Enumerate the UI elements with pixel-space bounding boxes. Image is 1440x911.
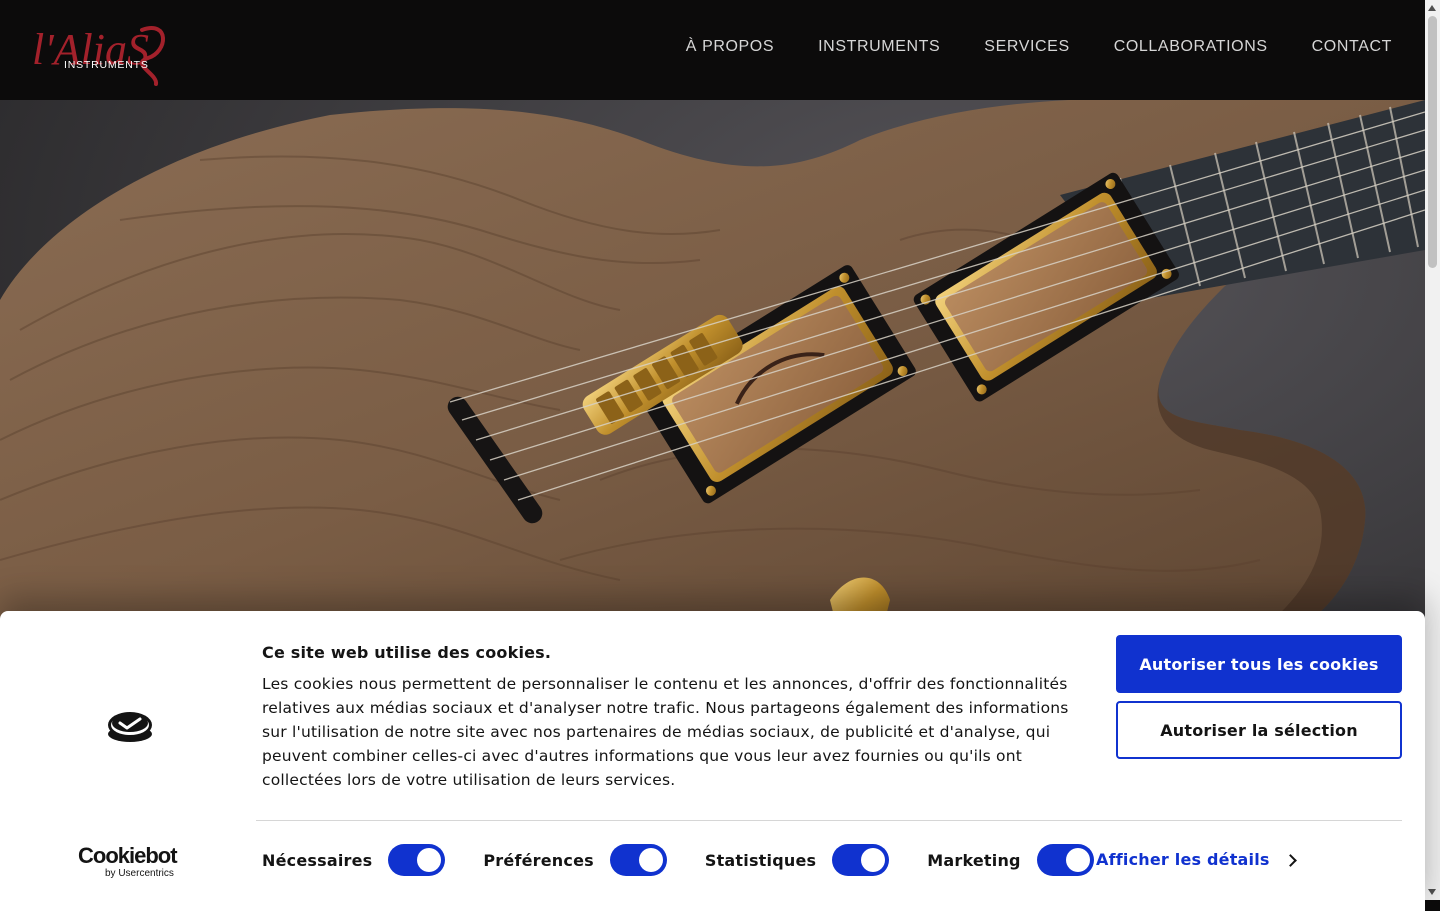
toggle-preferences-label: Préférences: [483, 850, 594, 870]
toggle-necessary-switch[interactable]: [388, 844, 446, 876]
cookie-banner-divider: [256, 820, 1402, 821]
nav-item-collaborations[interactable]: COLLABORATIONS: [1114, 38, 1268, 56]
page-scrollbar[interactable]: [1425, 0, 1440, 900]
logo-sub-text: INSTRUMENTS: [64, 59, 149, 71]
cookiebot-logo-icon: [108, 712, 152, 742]
cookiebot-brand-name: Cookiebot: [78, 843, 178, 868]
toggle-knob: [638, 848, 663, 872]
show-details-label: Afficher les détails: [1096, 850, 1270, 869]
main-nav: À PROPOS INSTRUMENTS SERVICES COLLABORAT…: [686, 38, 1392, 56]
lalias-logo-icon: l'AliaS INSTRUMENTS: [32, 25, 165, 86]
nav-item-instruments[interactable]: INSTRUMENTS: [818, 38, 940, 56]
toggle-knob: [417, 848, 442, 872]
toggle-marketing-label: Marketing: [927, 850, 1021, 870]
show-details-link[interactable]: Afficher les détails: [1096, 850, 1297, 869]
cookie-category-toggles: Nécessaires Préférences Statistiques Mar…: [262, 844, 1094, 876]
toggle-preferences-group: Préférences: [483, 844, 667, 876]
toggle-statistics-label: Statistiques: [704, 850, 817, 870]
nav-item-services[interactable]: SERVICES: [984, 38, 1069, 56]
cookie-banner-title: Ce site web utilise des cookies.: [262, 643, 552, 662]
allow-all-cookies-button[interactable]: Autoriser tous les cookies: [1116, 635, 1402, 693]
scrollbar-thumb[interactable]: [1428, 16, 1437, 268]
toggle-statistics-switch[interactable]: [832, 844, 890, 876]
toggle-marketing-switch[interactable]: [1036, 844, 1094, 876]
toggle-knob: [1065, 848, 1090, 872]
toggle-necessary-label: Nécessaires: [262, 850, 373, 870]
toggle-necessary-group: Nécessaires: [262, 844, 446, 876]
cookie-banner-description: Les cookies nous permettent de personnal…: [262, 675, 1069, 789]
site-logo[interactable]: l'AliaS INSTRUMENTS: [30, 12, 170, 88]
cookiebot-brand: Cookiebot by Usercentrics: [78, 843, 184, 880]
cookiebot-brand-sub: by Usercentrics: [105, 868, 174, 879]
toggle-statistics-group: Statistiques: [704, 844, 890, 876]
site-header: l'AliaS INSTRUMENTS À PROPOS INSTRUMENTS…: [0, 0, 1425, 100]
toggle-marketing-group: Marketing: [927, 844, 1094, 876]
nav-item-contact[interactable]: CONTACT: [1312, 38, 1392, 56]
toggle-knob: [861, 848, 886, 872]
scroll-down-icon[interactable]: [1428, 889, 1436, 895]
scroll-up-icon[interactable]: [1428, 5, 1436, 11]
chevron-right-icon: [1283, 853, 1297, 867]
allow-selection-button[interactable]: Autoriser la sélection: [1116, 701, 1402, 759]
toggle-preferences-switch[interactable]: [609, 844, 667, 876]
nav-item-about[interactable]: À PROPOS: [686, 38, 774, 56]
